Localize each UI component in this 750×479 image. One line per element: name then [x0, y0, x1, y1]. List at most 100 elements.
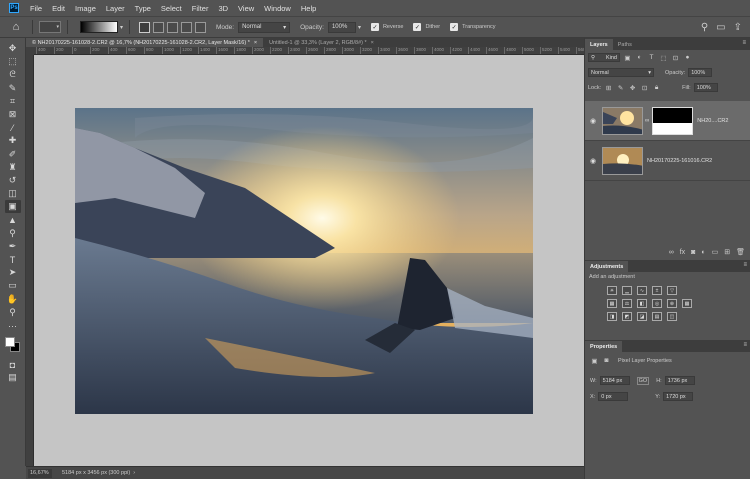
lock-position-icon[interactable]: ✥	[628, 84, 637, 92]
visibility-eye-icon[interactable]: ◉	[588, 117, 598, 125]
close-icon[interactable]: ×	[254, 40, 257, 46]
panel-menu-icon[interactable]: ≡	[742, 40, 746, 46]
marquee-tool[interactable]: ⬚	[5, 55, 21, 68]
diamond-gradient-button[interactable]	[195, 21, 207, 33]
canvas-area[interactable]	[34, 55, 584, 466]
close-icon[interactable]: ×	[371, 40, 374, 46]
radial-gradient-button[interactable]	[153, 21, 165, 33]
width-input[interactable]: 5184 px	[599, 376, 630, 385]
quick-select-tool[interactable]: ✎	[5, 82, 21, 95]
tab-properties[interactable]: Properties	[585, 341, 623, 352]
x-input[interactable]: 0 px	[598, 392, 629, 401]
threshold-icon[interactable]: ◪	[637, 312, 647, 321]
move-tool[interactable]: ✥	[5, 42, 21, 55]
workspace-icon[interactable]: ▭	[716, 22, 725, 33]
layer-name[interactable]: NH20170225-161016.CR2	[647, 158, 712, 164]
healing-tool[interactable]: ✚	[5, 134, 21, 147]
ruler-corner[interactable]	[26, 47, 34, 55]
link-dimensions-icon[interactable]: GO	[636, 376, 650, 385]
color-balance-icon[interactable]: ⚖	[622, 299, 632, 308]
document-info[interactable]: 5184 px x 3456 px (300 ppi) ›	[62, 470, 135, 476]
smart-object-filter-icon[interactable]: ⊡	[671, 54, 680, 62]
home-icon[interactable]: ⌂	[6, 17, 26, 37]
gradient-map-icon[interactable]: ▤	[652, 312, 662, 321]
y-input[interactable]: 1720 px	[663, 392, 694, 401]
search-icon[interactable]: ⚲	[701, 22, 708, 33]
hue-saturation-icon[interactable]: ▦	[607, 299, 617, 308]
opacity-input[interactable]: 100%	[327, 21, 356, 33]
layer-mask-thumbnail[interactable]	[652, 106, 694, 135]
frame-tool[interactable]: ⊠	[5, 108, 21, 121]
lock-all-icon[interactable]: 🔒︎	[652, 84, 661, 92]
tool-preset-picker[interactable]: ▾	[39, 21, 61, 33]
menu-3d[interactable]: 3D	[213, 4, 233, 13]
menu-filter[interactable]: Filter	[187, 4, 214, 13]
layer-thumbnail[interactable]	[602, 146, 643, 175]
menu-window[interactable]: Window	[259, 4, 296, 13]
layer-row[interactable]: ◉ ∞ NH20....CR2	[585, 101, 750, 141]
selective-color-icon[interactable]: ◫	[667, 312, 677, 321]
black-white-icon[interactable]: ◧	[637, 299, 647, 308]
new-group-icon[interactable]: ▭	[712, 248, 719, 256]
menu-layer[interactable]: Layer	[101, 4, 130, 13]
lasso-tool[interactable]: ᘓ	[5, 68, 21, 81]
pen-tool[interactable]: ✒	[5, 240, 21, 253]
visibility-eye-icon[interactable]: ◉	[588, 157, 598, 165]
chevron-down-icon[interactable]: ▾	[358, 24, 361, 31]
panel-menu-icon[interactable]: ≡	[743, 262, 747, 268]
photoshop-logo-icon[interactable]: Ps	[9, 3, 19, 13]
horizontal-ruler[interactable]: 400 200 0 200 400 600 800 1000 1200 1400 1600 1800 2…	[34, 47, 584, 55]
new-layer-icon[interactable]: ⊞	[724, 248, 730, 256]
reflected-gradient-button[interactable]	[181, 21, 193, 33]
curves-icon[interactable]: ∿	[637, 286, 647, 295]
mask-link-icon[interactable]: ∞	[645, 118, 649, 124]
panel-menu-icon[interactable]: ≡	[743, 342, 747, 348]
shape-tool[interactable]: ▭	[5, 279, 21, 292]
exposure-icon[interactable]: ±	[652, 286, 662, 295]
link-layers-icon[interactable]: ∞	[669, 249, 674, 256]
menu-file[interactable]: File	[25, 4, 47, 13]
reverse-checkbox[interactable]: ✓	[370, 23, 379, 31]
kind-filter-select[interactable]: ⚲ Kind	[588, 53, 620, 62]
share-icon[interactable]: ⇪	[734, 22, 742, 33]
zoom-level-field[interactable]: 16,67%	[28, 468, 52, 478]
clone-stamp-tool[interactable]: ♜	[5, 161, 21, 174]
vibrance-icon[interactable]: ▽	[667, 286, 677, 295]
quick-mask-icon[interactable]: ◘	[5, 358, 21, 371]
tab-layers[interactable]: Layers	[585, 39, 613, 50]
layer-row[interactable]: ◉ NH20170225-161016.CR2	[585, 141, 750, 181]
history-brush-tool[interactable]: ↺	[5, 174, 21, 187]
menu-select[interactable]: Select	[156, 4, 187, 13]
tab-paths[interactable]: Paths	[613, 39, 637, 50]
tab-document-2[interactable]: Untitled-1 @ 33,3% (Layer 2, RGB/8#) * ×	[263, 38, 380, 47]
layer-thumbnail[interactable]	[602, 106, 643, 135]
add-mask-icon[interactable]: ◙	[691, 249, 695, 256]
gradient-preview[interactable]	[80, 21, 118, 33]
blur-tool[interactable]: ▲	[5, 213, 21, 226]
layer-style-icon[interactable]: fx	[680, 249, 685, 256]
type-filter-icon[interactable]: T	[647, 54, 656, 61]
lock-artboard-icon[interactable]: ⊡	[640, 84, 649, 92]
crop-tool[interactable]: ⌗	[5, 95, 21, 108]
mask-icon[interactable]: ◙	[602, 357, 611, 364]
gradient-tool[interactable]: ▣	[4, 200, 21, 214]
dither-checkbox[interactable]: ✓	[413, 23, 422, 31]
eraser-tool[interactable]: ◫	[5, 187, 21, 200]
fill-input[interactable]: 100%	[693, 83, 718, 92]
tab-adjustments[interactable]: Adjustments	[585, 261, 629, 272]
shape-filter-icon[interactable]: ⬚	[659, 54, 668, 62]
foreground-color-swatch[interactable]	[4, 337, 15, 348]
posterize-icon[interactable]: ◩	[622, 312, 632, 321]
hand-tool[interactable]: ✋	[5, 293, 21, 306]
color-swatches[interactable]	[4, 336, 22, 354]
dodge-tool[interactable]: ⚲	[5, 227, 21, 240]
transparency-checkbox[interactable]: ✓	[450, 23, 459, 31]
chevron-right-icon[interactable]: ›	[133, 470, 135, 476]
blend-mode-select[interactable]: Normal ▾	[588, 68, 654, 77]
linear-gradient-button[interactable]	[139, 21, 151, 33]
menu-image[interactable]: Image	[70, 4, 101, 13]
type-tool[interactable]: T	[5, 253, 21, 266]
lock-pixels-icon[interactable]: ⊞	[604, 84, 613, 92]
menu-edit[interactable]: Edit	[47, 4, 70, 13]
pixel-filter-icon[interactable]: ▣	[623, 54, 632, 62]
